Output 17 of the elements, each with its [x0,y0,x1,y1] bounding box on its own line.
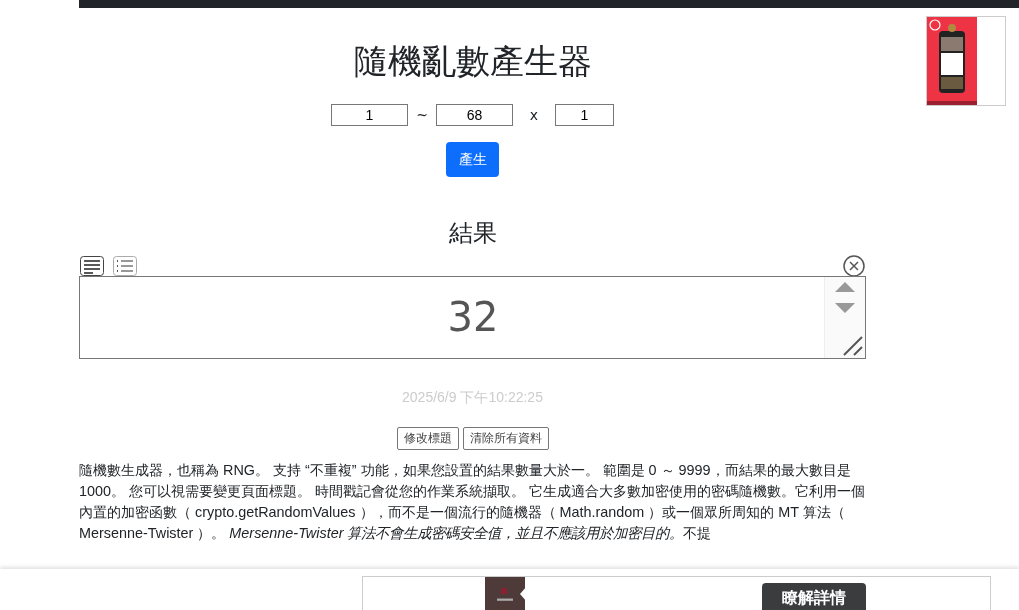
resize-handle-icon[interactable] [842,335,864,357]
close-icon[interactable] [843,255,865,277]
description-paragraph: 隨機數生成器，也稱為 RNG。 支持 “不重複” 功能，如果您設置的結果數量大於一。 範圍是 0 ～ 9999，而結果的最大數目是 1000。 您可以視需要變更頁面標題。 時間戳記會從您的作業系統擷取。 它生成適合大多數加密使用的密碼隨機數。它利用一個內置的加密函數（ crypto.getRandomValues ），而不是一個流行的隨機器（ Math.random ）或一個眾所周知的 MT 算法（ Mersenne-Twister ）。 Mersenne-Twister 算法不會生成密碼安全值，並且不應該用於加密目的。不提 [79,461,866,543]
generate-button[interactable]: 產生 [446,142,499,177]
action-button[interactable]: 清除所有資料 [462,427,549,450]
result-value: 32 [446,293,500,342]
list-icon[interactable] [113,256,137,276]
learn-more-button[interactable]: 瞭解詳情 [762,583,866,610]
result-heading: 結果 [448,218,497,249]
range-separator: ~ [415,107,429,123]
page-title: 隨機亂數產生器 [353,40,592,83]
count-field[interactable]: 1 [555,104,614,126]
min-field[interactable]: 1 [331,104,408,126]
max-field[interactable]: 68 [436,104,513,126]
action-button[interactable]: 修改標題 [396,427,459,450]
text-lines-icon[interactable] [80,256,104,276]
times-label: x [528,107,540,123]
